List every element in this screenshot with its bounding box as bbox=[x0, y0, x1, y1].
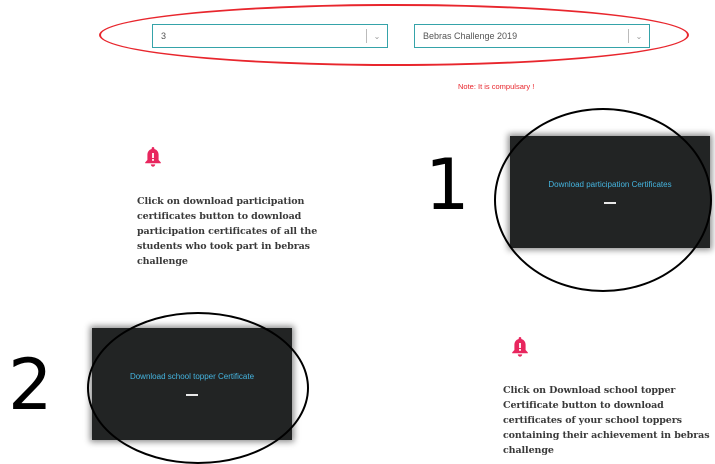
bell-icon bbox=[145, 147, 161, 167]
participation-description: Click on download participation certific… bbox=[137, 196, 318, 267]
challenge-select[interactable]: Bebras Challenge 2019 ⌄ bbox=[414, 24, 650, 48]
topper-description: Click on Download school topper Certific… bbox=[503, 385, 710, 456]
compulsory-note: Note: It is compulsary ! bbox=[458, 82, 535, 91]
bell-icon bbox=[512, 337, 528, 357]
chevron-down-icon[interactable]: ⌄ bbox=[629, 32, 649, 41]
challenge-select-value: Bebras Challenge 2019 bbox=[423, 31, 518, 41]
chevron-down-icon[interactable]: ⌄ bbox=[367, 32, 387, 41]
class-select-value: 3 bbox=[161, 31, 167, 41]
class-select[interactable]: 3 ⌄ bbox=[152, 24, 388, 48]
step-number-2: 2 bbox=[8, 344, 53, 426]
step-number-1: 1 bbox=[425, 144, 470, 226]
annotation-ellipse-2 bbox=[87, 312, 309, 464]
annotation-ellipse-1 bbox=[494, 108, 712, 292]
